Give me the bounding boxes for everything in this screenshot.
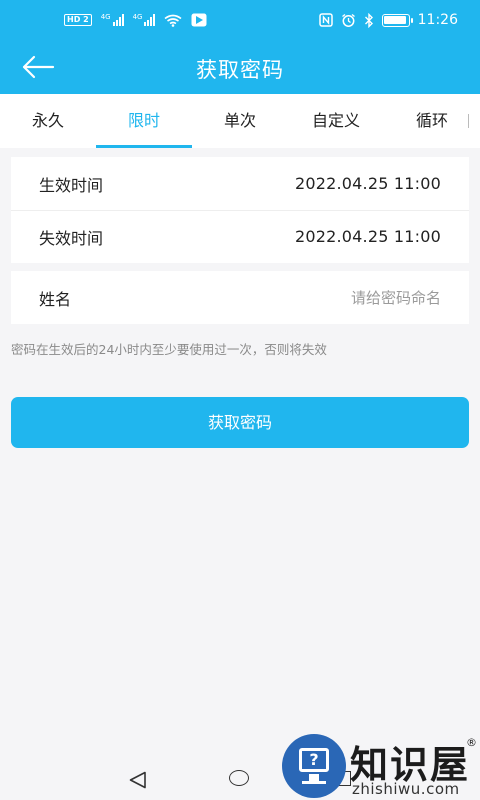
watermark: ? 知识屋 ® zhishiwu.com: [280, 732, 480, 800]
alarm-icon: [341, 13, 355, 27]
nfc-icon: [318, 13, 333, 27]
get-password-button[interactable]: 获取密码: [11, 397, 469, 448]
play-store-icon: [191, 13, 207, 27]
tab-time-limited[interactable]: 限时: [96, 94, 192, 148]
tab-custom[interactable]: 自定义: [288, 94, 384, 148]
end-time-label: 失效时间: [39, 228, 104, 248]
name-row[interactable]: 姓名 请给密码命名: [11, 271, 469, 324]
validity-hint: 密码在生效后的24小时内至少要使用过一次，否则将失效: [11, 342, 327, 357]
status-right-icons: 11:26: [318, 12, 458, 28]
app-bar: 获取密码: [0, 42, 480, 94]
nav-back-icon[interactable]: [128, 771, 148, 789]
name-input[interactable]: 请给密码命名: [351, 287, 441, 308]
end-time-row[interactable]: 失效时间 2022.04.25 11:00: [11, 210, 469, 263]
nav-home-icon[interactable]: [229, 770, 249, 786]
tab-permanent[interactable]: 永久: [0, 94, 96, 148]
page-title: 获取密码: [196, 58, 284, 82]
watermark-site: zhishiwu.com: [352, 780, 460, 798]
name-label: 姓名: [39, 289, 72, 309]
status-left-icons: HD 2 4G 4G: [64, 13, 207, 27]
clock-time: 11:26: [417, 12, 458, 28]
signal-icon: 4G: [133, 14, 156, 26]
status-bar: HD 2 4G 4G 11:26: [0, 0, 480, 42]
hd-icon: HD 2: [64, 14, 92, 26]
tab-recurring[interactable]: 循环: [384, 94, 480, 148]
tab-scroll-separator: [468, 114, 469, 128]
tab-active-indicator: [96, 145, 192, 148]
monitor-question-icon: ?: [282, 734, 346, 798]
tab-bar: 永久 限时 单次 自定义 循环: [0, 94, 480, 148]
battery-icon: [381, 13, 413, 27]
start-time-row[interactable]: 生效时间 2022.04.25 11:00: [11, 157, 469, 210]
bluetooth-icon: [364, 12, 373, 28]
tab-single-use[interactable]: 单次: [192, 94, 288, 148]
signal-icon: 4G: [101, 14, 124, 26]
start-time-value[interactable]: 2022.04.25 11:00: [295, 174, 441, 193]
time-card: 生效时间 2022.04.25 11:00 失效时间 2022.04.25 11…: [11, 157, 469, 263]
registered-mark: ®: [466, 736, 477, 749]
end-time-value[interactable]: 2022.04.25 11:00: [295, 227, 441, 246]
wifi-icon: [164, 14, 182, 27]
start-time-label: 生效时间: [39, 175, 104, 195]
name-card: 姓名 请给密码命名: [11, 271, 469, 324]
